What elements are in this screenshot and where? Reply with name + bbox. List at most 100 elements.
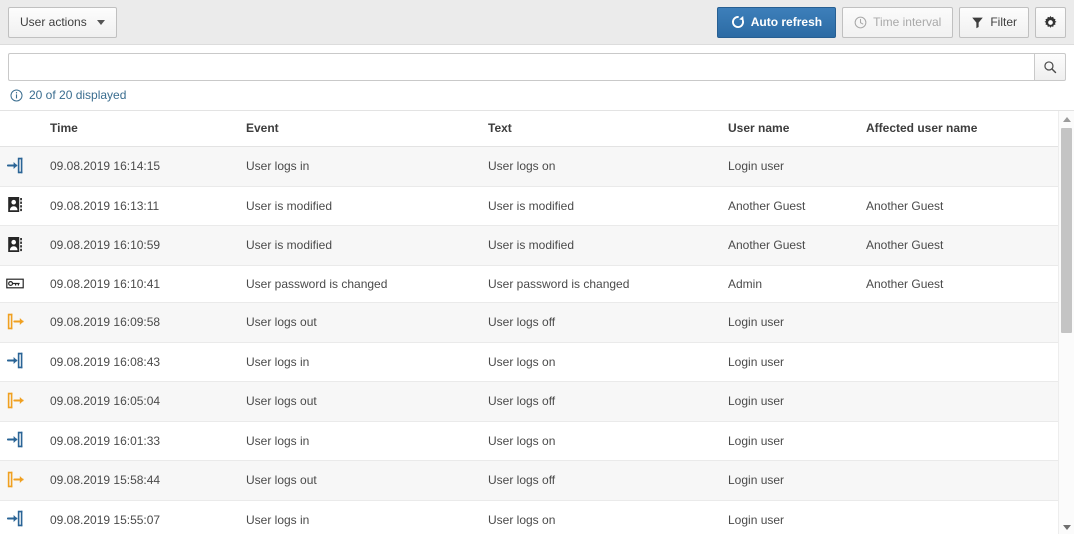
cell-time: 09.08.2019 16:01:33 — [44, 421, 240, 461]
cell-time: 09.08.2019 16:08:43 — [44, 342, 240, 382]
row-icon-cell — [0, 421, 44, 461]
table-row[interactable]: 09.08.2019 16:01:33 User logs in User logs… — [0, 421, 1058, 461]
cell-event: User is modified — [240, 225, 482, 266]
cell-affected-user-name — [860, 500, 1058, 534]
cell-affected-user-name — [860, 421, 1058, 461]
row-icon-cell — [0, 342, 44, 382]
cell-user-name: Login user — [722, 381, 860, 422]
table-row[interactable]: 09.08.2019 15:58:44 User logs out User log… — [0, 460, 1058, 501]
cell-text: User password is changed — [482, 265, 722, 303]
chevron-down-icon — [96, 19, 105, 25]
table-row[interactable]: 09.08.2019 16:13:11 User is modified User … — [0, 186, 1058, 226]
toolbar: User actions Auto refresh Time interval … — [0, 0, 1074, 45]
login-icon — [6, 510, 24, 528]
filter-label: Filter — [990, 15, 1017, 29]
cell-event: User logs out — [240, 302, 482, 343]
cell-affected-user-name — [860, 146, 1058, 187]
row-icon-cell — [0, 500, 44, 534]
cell-time: 09.08.2019 16:09:58 — [44, 302, 240, 343]
displayed-count: 20 of 20 displayed — [0, 81, 1074, 110]
filter-button[interactable]: Filter — [959, 6, 1029, 38]
cell-event: User logs out — [240, 381, 482, 422]
logout-icon — [6, 391, 24, 409]
audit-table-container: Time Event Text User name Affected user … — [0, 110, 1074, 534]
cell-affected-user-name — [860, 460, 1058, 501]
cell-affected-user-name — [860, 302, 1058, 343]
cell-event: User is modified — [240, 186, 482, 226]
cell-user-name: Login user — [722, 500, 860, 534]
cell-time: 09.08.2019 15:55:07 — [44, 500, 240, 534]
cell-time: 09.08.2019 16:10:41 — [44, 265, 240, 303]
cell-user-name: Another Guest — [722, 225, 860, 266]
cell-text: User logs on — [482, 342, 722, 382]
column-header-time[interactable]: Time — [44, 111, 240, 147]
search-icon — [1043, 60, 1057, 74]
table-row[interactable]: 09.08.2019 16:09:58 User logs out User log… — [0, 302, 1058, 343]
auto-refresh-button[interactable]: Auto refresh — [716, 6, 837, 38]
clock-icon — [854, 16, 867, 29]
cell-affected-user-name: Another Guest — [860, 265, 1058, 303]
cell-event: User logs in — [240, 500, 482, 534]
cell-text: User logs off — [482, 460, 722, 501]
cell-text: User logs on — [482, 421, 722, 461]
row-icon-cell — [0, 146, 44, 187]
row-icon-cell — [0, 225, 44, 266]
filter-icon — [971, 16, 984, 29]
table-header-row: Time Event Text User name Affected user … — [0, 111, 1058, 147]
audit-table: Time Event Text User name Affected user … — [0, 111, 1058, 534]
table-row[interactable]: 09.08.2019 16:10:41 User password is chan… — [0, 265, 1058, 303]
search-row — [0, 45, 1074, 81]
column-header-event[interactable]: Event — [240, 111, 482, 147]
cell-text: User is modified — [482, 225, 722, 266]
login-icon — [6, 352, 24, 370]
cell-user-name: Login user — [722, 342, 860, 382]
vertical-scrollbar[interactable] — [1058, 111, 1074, 534]
table-row[interactable]: 09.08.2019 16:05:04 User logs out User log… — [0, 381, 1058, 422]
time-interval-button[interactable]: Time interval — [842, 6, 954, 38]
column-header-icon — [0, 111, 44, 147]
scroll-up-button[interactable] — [1059, 111, 1074, 127]
column-header-user[interactable]: User name — [722, 111, 860, 147]
cell-user-name: Login user — [722, 421, 860, 461]
cell-affected-user-name: Another Guest — [860, 186, 1058, 226]
column-header-affected[interactable]: Affected user name — [860, 111, 1058, 147]
row-icon-cell — [0, 302, 44, 343]
column-header-text[interactable]: Text — [482, 111, 722, 147]
cell-text: User logs off — [482, 302, 722, 343]
user-actions-label: User actions — [20, 15, 87, 29]
cell-time: 09.08.2019 15:58:44 — [44, 460, 240, 501]
settings-button[interactable] — [1035, 6, 1066, 38]
cell-affected-user-name — [860, 381, 1058, 422]
audit-log-page: User actions Auto refresh Time interval … — [0, 0, 1074, 534]
time-interval-label: Time interval — [873, 15, 942, 29]
search-button[interactable] — [1034, 53, 1066, 81]
table-body: 09.08.2019 16:14:15 User logs in User logs… — [0, 146, 1058, 534]
cell-user-name: Login user — [722, 460, 860, 501]
password-changed-icon — [6, 275, 24, 293]
row-icon-cell — [0, 265, 44, 303]
cell-time: 09.08.2019 16:13:11 — [44, 186, 240, 226]
cell-time: 09.08.2019 16:05:04 — [44, 381, 240, 422]
table-row[interactable]: 09.08.2019 16:10:59 User is modified User … — [0, 225, 1058, 266]
table-header: Time Event Text User name Affected user … — [0, 111, 1058, 147]
displayed-count-label: 20 of 20 displayed — [29, 88, 127, 102]
cell-time: 09.08.2019 16:14:15 — [44, 146, 240, 187]
row-icon-cell — [0, 460, 44, 501]
cell-text: User logs on — [482, 500, 722, 534]
cell-event: User logs in — [240, 421, 482, 461]
table-row[interactable]: 09.08.2019 16:08:43 User logs in User logs… — [0, 342, 1058, 382]
row-icon-cell — [0, 186, 44, 226]
cell-affected-user-name: Another Guest — [860, 225, 1058, 266]
table-row[interactable]: 09.08.2019 16:14:15 User logs in User logs… — [0, 146, 1058, 187]
table-row[interactable]: 09.08.2019 15:55:07 User logs in User logs… — [0, 500, 1058, 534]
login-icon — [6, 431, 24, 449]
login-icon — [6, 156, 24, 174]
cell-text: User logs on — [482, 146, 722, 187]
toolbar-right-group: Auto refresh Time interval Filter — [716, 6, 1066, 38]
scrollbar-thumb[interactable] — [1061, 128, 1072, 333]
search-input[interactable] — [8, 53, 1034, 81]
scroll-down-button[interactable] — [1059, 519, 1074, 534]
cell-affected-user-name — [860, 342, 1058, 382]
cell-time: 09.08.2019 16:10:59 — [44, 225, 240, 266]
user-actions-dropdown[interactable]: User actions — [8, 6, 117, 38]
